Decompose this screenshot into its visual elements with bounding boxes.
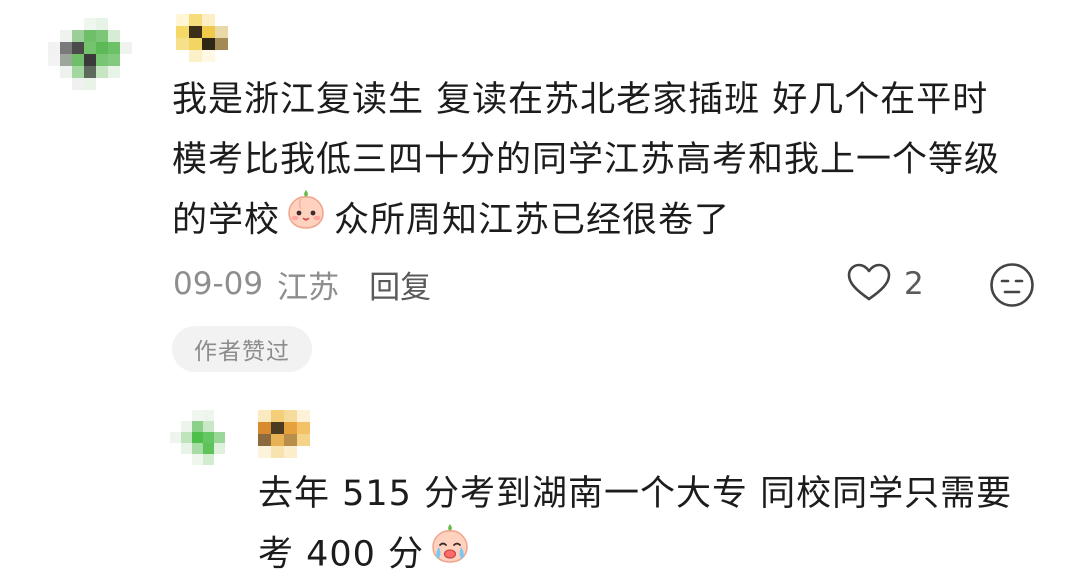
smiling-peach-emoji-icon <box>284 187 328 250</box>
neutral-face-icon <box>989 263 1035 312</box>
comment-location: 江苏 <box>277 269 340 306</box>
like-count: 2 <box>904 266 924 302</box>
comment-date: 09-09 <box>173 266 264 302</box>
like-button[interactable]: 2 <box>846 262 924 306</box>
comment-line: 的学校 众所周知江苏已经很卷了 <box>172 190 1000 253</box>
commenter-username[interactable] <box>176 14 228 62</box>
comment-line-end: 众所周知江苏已经很卷了 <box>334 200 731 241</box>
reply-button[interactable]: 回复 <box>369 262 431 307</box>
dislike-button[interactable] <box>989 262 1035 308</box>
replier-avatar[interactable] <box>170 410 236 476</box>
reply-body: 去年 515 分考到湖南一个大专 同校同学只需要 考 400 分 <box>258 464 1012 587</box>
reply-line: 考 400 分 <box>258 524 1012 587</box>
crying-peach-emoji-icon <box>428 521 472 584</box>
comment-body: 我是浙江复读生 复读在苏北老家插班 好几个在平时 模考比我低三四十分的同学江苏高… <box>172 70 1000 253</box>
author-liked-badge: 作者赞过 <box>172 326 312 372</box>
replier-username[interactable] <box>258 410 310 458</box>
reply-line-start: 考 400 分 <box>258 534 425 575</box>
comment-line: 我是浙江复读生 复读在苏北老家插班 好几个在平时 <box>172 80 989 120</box>
reply-line: 去年 515 分考到湖南一个大专 同校同学只需要 <box>258 474 1013 514</box>
comment-line: 模考比我低三四十分的同学江苏高考和我上一个等级 <box>172 140 1001 180</box>
commenter-avatar[interactable] <box>48 18 132 102</box>
comment-meta: 09-09 江苏 回复 <box>173 262 431 306</box>
comment-line-start: 的学校 <box>172 200 281 241</box>
heart-outline-icon <box>846 262 892 306</box>
